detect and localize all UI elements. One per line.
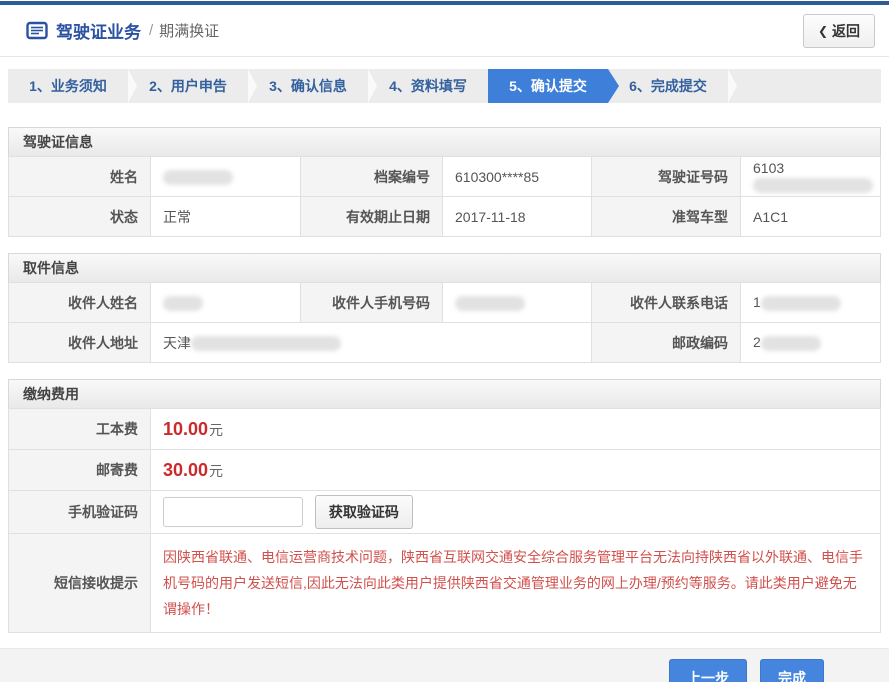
expiry-date-value: 2017-11-18 [443,197,592,237]
redacted-recipient-mobile [455,296,525,311]
breadcrumb-divider: / [149,22,153,39]
redacted-recipient-name [163,296,203,311]
redacted-license-number [753,178,873,193]
redacted-recipient-phone [761,296,841,311]
license-list-icon [26,21,48,40]
recipient-mobile-value [443,283,592,323]
sms-notice-text: 因陕西省联通、电信运营商技术问题，陕西省互联网交通安全综合服务管理平台无法向持陕… [151,534,881,633]
production-fee-label: 工本费 [9,409,151,450]
finish-button[interactable]: 完成 [760,659,824,682]
postal-code-label: 邮政编码 [592,323,741,363]
redacted-postal-code [761,336,821,351]
production-fee-value: 10.00元 [151,409,881,450]
step-1-business-notice[interactable]: 1、业务须知 [8,69,128,103]
fees-section-title: 缴纳费用 [8,379,881,408]
footer-action-bar: 上一步 完成 [0,648,889,682]
vehicle-type-value: A1C1 [741,197,881,237]
license-info-table: 姓名 档案编号 610300****85 驾驶证号码 6103 状态 正常 有效… [8,156,881,237]
table-row: 姓名 档案编号 610300****85 驾驶证号码 6103 [9,157,881,197]
table-row: 邮寄费 30.00元 [9,450,881,491]
recipient-name-label: 收件人姓名 [9,283,151,323]
recipient-address-value: 天津 [151,323,592,363]
redacted-name [163,170,233,185]
table-row: 收件人姓名 收件人手机号码 收件人联系电话 1 [9,283,881,323]
step-3-confirm-info[interactable]: 3、确认信息 [248,69,368,103]
step-4-fill-data[interactable]: 4、资料填写 [368,69,488,103]
status-value: 正常 [151,197,301,237]
recipient-address-label: 收件人地址 [9,323,151,363]
recipient-mobile-label: 收件人手机号码 [301,283,443,323]
back-button[interactable]: ❮ 返回 [803,14,875,48]
pickup-section-title: 取件信息 [8,253,881,282]
fees-section: 缴纳费用 工本费 10.00元 邮寄费 30.00元 手机验证码 获取验证码 短… [8,379,881,633]
step-2-user-declaration[interactable]: 2、用户申告 [128,69,248,103]
mailing-fee-label: 邮寄费 [9,450,151,491]
back-button-label: 返回 [832,21,860,41]
recipient-name-value [151,283,301,323]
postal-code-value: 2 [741,323,881,363]
name-value [151,157,301,197]
captcha-label: 手机验证码 [9,491,151,534]
fees-table: 工本费 10.00元 邮寄费 30.00元 手机验证码 获取验证码 短信接收提示… [8,408,881,633]
table-row: 状态 正常 有效期止日期 2017-11-18 准驾车型 A1C1 [9,197,881,237]
license-info-section: 驾驶证信息 姓名 档案编号 610300****85 驾驶证号码 6103 状态… [8,127,881,237]
captcha-input[interactable] [163,497,303,527]
page-header: 驾驶证业务 / 期满换证 ❮ 返回 [0,5,889,57]
step-5-confirm-submit-active[interactable]: 5、确认提交 [488,69,608,103]
step-progress-bar: 1、业务须知 2、用户申告 3、确认信息 4、资料填写 5、确认提交 6、完成提… [8,69,881,103]
file-number-label: 档案编号 [301,157,443,197]
pickup-info-section: 取件信息 收件人姓名 收件人手机号码 收件人联系电话 1 收件人地址 天津 邮政… [8,253,881,363]
recipient-phone-label: 收件人联系电话 [592,283,741,323]
recipient-phone-value: 1 [741,283,881,323]
sms-notice-label: 短信接收提示 [9,534,151,633]
back-arrow-icon: ❮ [818,24,828,38]
step-6-complete-submit[interactable]: 6、完成提交 [608,69,728,103]
previous-step-button[interactable]: 上一步 [669,659,747,682]
table-row: 工本费 10.00元 [9,409,881,450]
page-subtitle: 期满换证 [159,20,219,41]
file-number-value: 610300****85 [443,157,592,197]
pickup-info-table: 收件人姓名 收件人手机号码 收件人联系电话 1 收件人地址 天津 邮政编码 2 [8,282,881,363]
table-row: 短信接收提示 因陕西省联通、电信运营商技术问题，陕西省互联网交通安全综合服务管理… [9,534,881,633]
table-row: 手机验证码 获取验证码 [9,491,881,534]
page-title: 驾驶证业务 [56,18,141,43]
mailing-fee-value: 30.00元 [151,450,881,491]
captcha-cell: 获取验证码 [151,491,881,534]
table-row: 收件人地址 天津 邮政编码 2 [9,323,881,363]
vehicle-type-label: 准驾车型 [592,197,741,237]
name-label: 姓名 [9,157,151,197]
status-label: 状态 [9,197,151,237]
redacted-recipient-address [191,336,341,351]
expiry-date-label: 有效期止日期 [301,197,443,237]
license-number-label: 驾驶证号码 [592,157,741,197]
license-number-value: 6103 [741,157,881,197]
get-captcha-button[interactable]: 获取验证码 [315,495,413,529]
license-section-title: 驾驶证信息 [8,127,881,156]
